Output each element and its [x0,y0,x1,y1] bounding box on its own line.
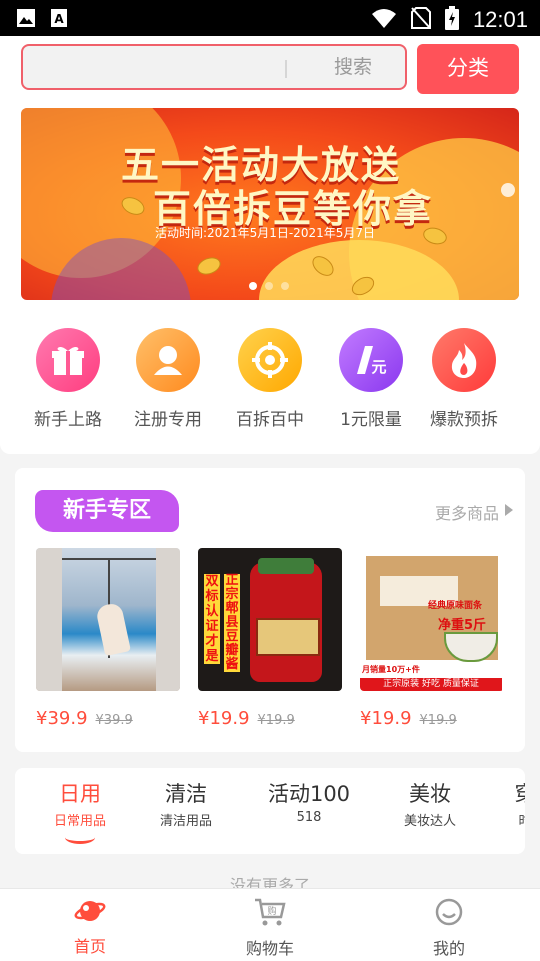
tab-title: 活动100 [267,782,351,806]
curtain [36,548,62,691]
quick-nav-item-one-yuan[interactable]: 元 1元限量 [319,328,423,430]
quick-nav-label: 百拆百中 [236,410,304,430]
bottom-nav: 首页 购 购物车 我的 [0,888,540,961]
tab-cleaning[interactable]: 清洁 清洁用品 [151,778,221,829]
tab-daily[interactable]: 日用 日常用品 [45,778,115,844]
jar-label [256,618,320,656]
target-icon [238,328,302,392]
tab-title: 美妆 [409,782,451,806]
quick-nav-item-hit[interactable]: 百拆百中 [218,328,322,430]
price-row: ¥19.9 ¥19.9 [198,708,295,729]
nav-mine[interactable]: 我的 [389,897,509,959]
quick-nav-label: 新手上路 [34,410,102,430]
category-tabs: 日用 日常用品 清洁 清洁用品 活动100 518 美妆 美妆达人 穿 时 [15,768,525,854]
tab-title: 清洁 [165,782,207,806]
search-box[interactable]: 搜索 [21,44,407,90]
product-old-price: ¥19.9 [257,713,295,728]
product-image-text: 月销量10万+件 [362,665,420,674]
banner-area: 五一活动大放送 百倍拆豆等你拿 活动时间:2021年5月1日-2021年5月7日 [0,102,540,302]
quick-nav-item-hot[interactable]: 爆款预拆 [412,328,516,430]
chevron-right-icon[interactable] [505,504,513,516]
tab-subtitle: 日常用品 [53,814,106,829]
quick-nav-item-register[interactable]: 注册专用 [116,328,220,430]
product-old-price: ¥39.9 [95,713,133,728]
section-title: 新手专区 [35,490,179,532]
banner-pagination [249,282,289,290]
newbie-section: 新手专区 更多商品 ¥39.9 ¥39.9 双标认证才是 正宗郫县豆瓣酱 ¥19.… [15,468,525,752]
gift-icon [36,328,100,392]
tab-subtitle: 时 [518,814,525,829]
top-bar: 搜索 分类 [0,36,540,102]
product-card[interactable]: ¥39.9 ¥39.9 [36,548,180,729]
promo-banner[interactable]: 五一活动大放送 百倍拆豆等你拿 活动时间:2021年5月1日-2021年5月7日 [21,108,519,300]
nav-label: 首页 [73,937,106,956]
product-image-text: 经典原味面条 [428,601,483,611]
smile-icon [389,897,509,931]
one-yuan-icon: 元 [339,328,403,392]
wifi-icon [371,7,397,33]
font-a-icon: A [50,8,68,32]
jar-lid [258,558,314,574]
more-products-link[interactable]: 更多商品 [435,500,499,524]
banner-side-dot [501,183,515,197]
tab-title: 日用 [59,782,101,806]
tab-fashion[interactable]: 穿 时 [505,778,526,829]
product-image-text: 正宗原装 好吃 质量保证 [360,678,502,691]
product-price: ¥19.9 [198,708,250,729]
quick-nav: 新手上路 注册专用 百拆百中 元 1元限量 爆款预拆 [0,302,540,454]
nav-label: 购物车 [245,939,294,958]
battery-icon [444,6,459,34]
product-old-price: ¥19.9 [419,713,457,728]
no-sim-icon [410,7,431,33]
product-image-noodles[interactable]: 经典原味面条 净重5斤 月销量10万+件 正宗原装 好吃 质量保证 [360,548,504,691]
product-card[interactable]: 双标认证才是 正宗郫县豆瓣酱 ¥19.9 ¥19.9 [198,548,342,729]
banner-date: 活动时间:2021年5月1日-2021年5月7日 [155,226,375,240]
image-icon [16,8,36,32]
search-button[interactable]: 搜索 [303,46,403,88]
quick-nav-label: 爆款预拆 [430,410,498,430]
category-button[interactable]: 分类 [417,44,519,94]
product-price: ¥19.9 [360,708,412,729]
search-divider [285,60,287,78]
user-icon [136,328,200,392]
bean-decoration [194,254,224,278]
quick-nav-label: 1元限量 [340,410,402,430]
product-image-text: 正宗郫县豆瓣酱 [224,573,240,672]
pagination-dot[interactable] [249,282,257,290]
tab-beauty[interactable]: 美妆 美妆达人 [395,778,465,829]
tab-subtitle: 美妆达人 [403,814,456,829]
svg-text:购: 购 [267,905,276,917]
quick-nav-label: 注册专用 [134,410,202,430]
product-image-text: 双标认证才是 [204,574,220,664]
nav-label: 我的 [432,939,465,958]
nav-home[interactable]: 首页 [30,897,150,957]
curtain [156,548,180,691]
price-row: ¥19.9 ¥19.9 [360,708,457,729]
tab-title: 穿 [505,778,526,808]
fire-icon [432,328,496,392]
svg-text:A: A [54,12,64,26]
product-image-bean-paste[interactable]: 双标认证才是 正宗郫县豆瓣酱 [198,548,342,691]
planet-icon [30,897,150,929]
svg-text:元: 元 [371,358,386,376]
yoga-figure [95,601,131,657]
clock-time: 12:01 [472,7,528,32]
price-row: ¥39.9 ¥39.9 [36,708,133,729]
quick-nav-item-newbie[interactable]: 新手上路 [16,328,120,430]
product-price: ¥39.9 [36,708,88,729]
product-image-yoga[interactable] [36,548,180,691]
cart-icon: 购 [210,897,330,931]
pagination-dot[interactable] [265,282,273,290]
product-image-text: 净重5斤 [438,618,487,633]
nav-cart[interactable]: 购 购物车 [210,897,330,959]
active-tab-indicator [65,831,95,844]
tab-activity[interactable]: 活动100 518 [259,778,359,825]
tab-subtitle: 清洁用品 [159,814,212,829]
product-card[interactable]: 经典原味面条 净重5斤 月销量10万+件 正宗原装 好吃 质量保证 ¥19.9 ¥… [360,548,504,729]
search-input[interactable] [33,52,277,84]
tab-subtitle: 518 [296,810,322,825]
status-bar: A 12:01 [0,0,540,36]
pagination-dot[interactable] [281,282,289,290]
